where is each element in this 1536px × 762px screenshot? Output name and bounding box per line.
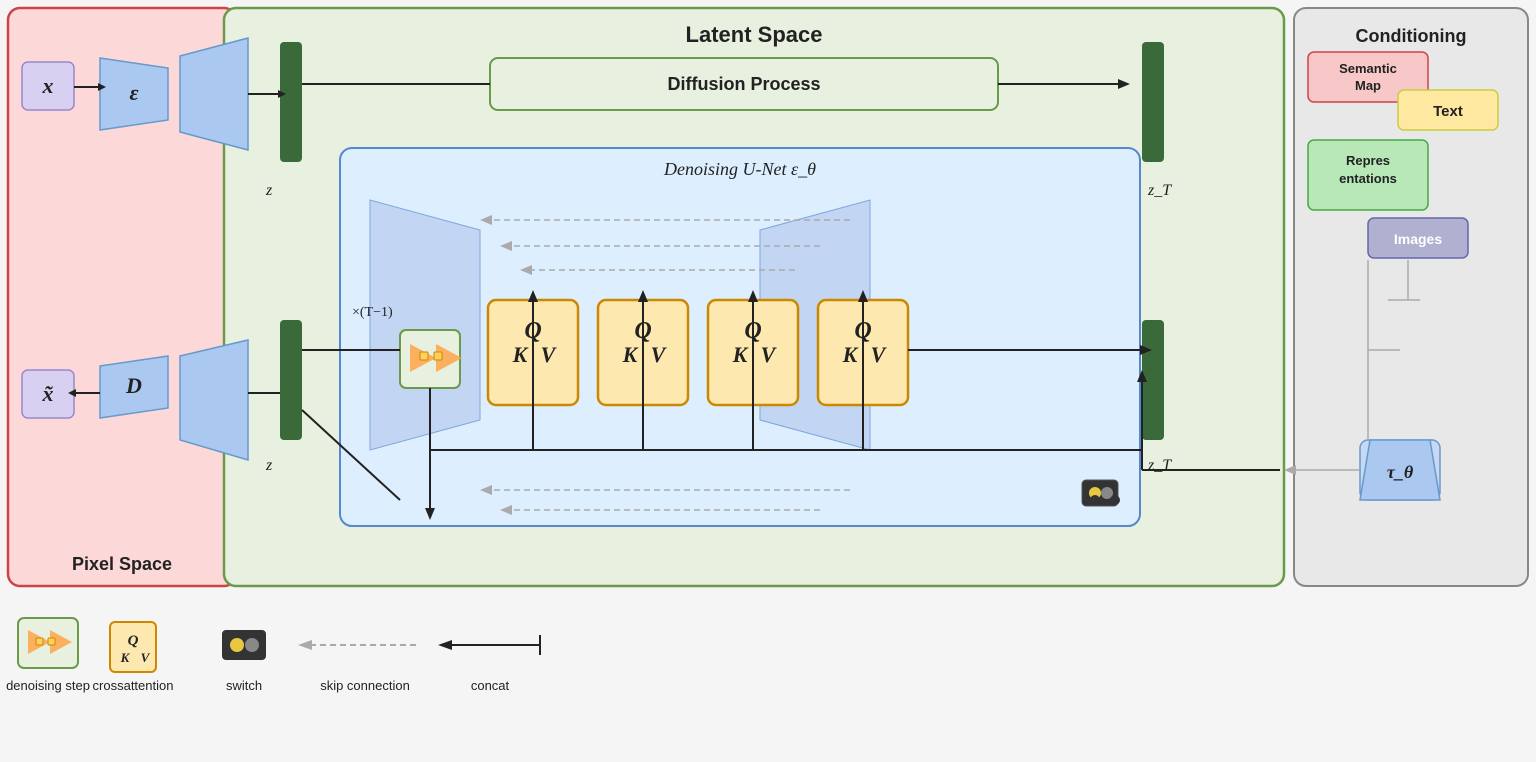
text-conditioning-label: Text (1433, 103, 1463, 120)
z-label-top: z (265, 182, 273, 199)
encoder-label: ε (129, 80, 138, 105)
decoder-label: D (125, 373, 142, 398)
images-label: Images (1394, 231, 1442, 247)
pixel-space-label: Pixel Space (72, 554, 172, 574)
v3-label: V (761, 342, 778, 367)
legend-concat-label: concat (471, 678, 510, 693)
diffusion-process-label: Diffusion Process (667, 74, 820, 94)
v2-label: V (651, 342, 668, 367)
q2-label: Q (634, 318, 651, 344)
latent-space-label: Latent Space (686, 22, 823, 47)
unet-label: Denoising U-Net ε_θ (663, 159, 816, 179)
semantic-map-label2: Map (1355, 78, 1381, 93)
q3-label: Q (744, 318, 761, 344)
legend-denoise-label: denoising step (6, 678, 90, 693)
tau-label: τ_θ (1387, 462, 1414, 482)
legend-q-label: Q (128, 633, 139, 649)
semantic-map-label: Semantic (1339, 61, 1397, 76)
legend-v-label: V (141, 650, 151, 665)
legend-switch-label: switch (226, 678, 262, 693)
repr-label2: entations (1339, 171, 1397, 186)
conditioning-label: Conditioning (1356, 26, 1467, 46)
x-tilde-label: x̃ (42, 381, 54, 406)
legend-k-label: K (120, 650, 131, 665)
z-T1-label: z_{T-1} (399, 494, 442, 509)
legend-skip-label: skip connection (320, 678, 410, 693)
z-T-label-top: z_T (1147, 182, 1172, 199)
k2-label: K (622, 342, 639, 367)
v4-label: V (871, 342, 888, 367)
x-label: x (42, 73, 54, 98)
k4-label: K (842, 342, 859, 367)
times-label: ×(T−1) (352, 305, 393, 320)
q4-label: Q (854, 318, 871, 344)
legend-crossattn-label: crossattention (93, 678, 174, 693)
z-T-label-bottom: z_T (1147, 457, 1172, 474)
z-label-bottom: z (265, 457, 273, 474)
k1-label: K (512, 342, 529, 367)
k3-label: K (732, 342, 749, 367)
q1-label: Q (524, 318, 541, 344)
repr-label1: Repres (1346, 153, 1390, 168)
v1-label: V (541, 342, 558, 367)
